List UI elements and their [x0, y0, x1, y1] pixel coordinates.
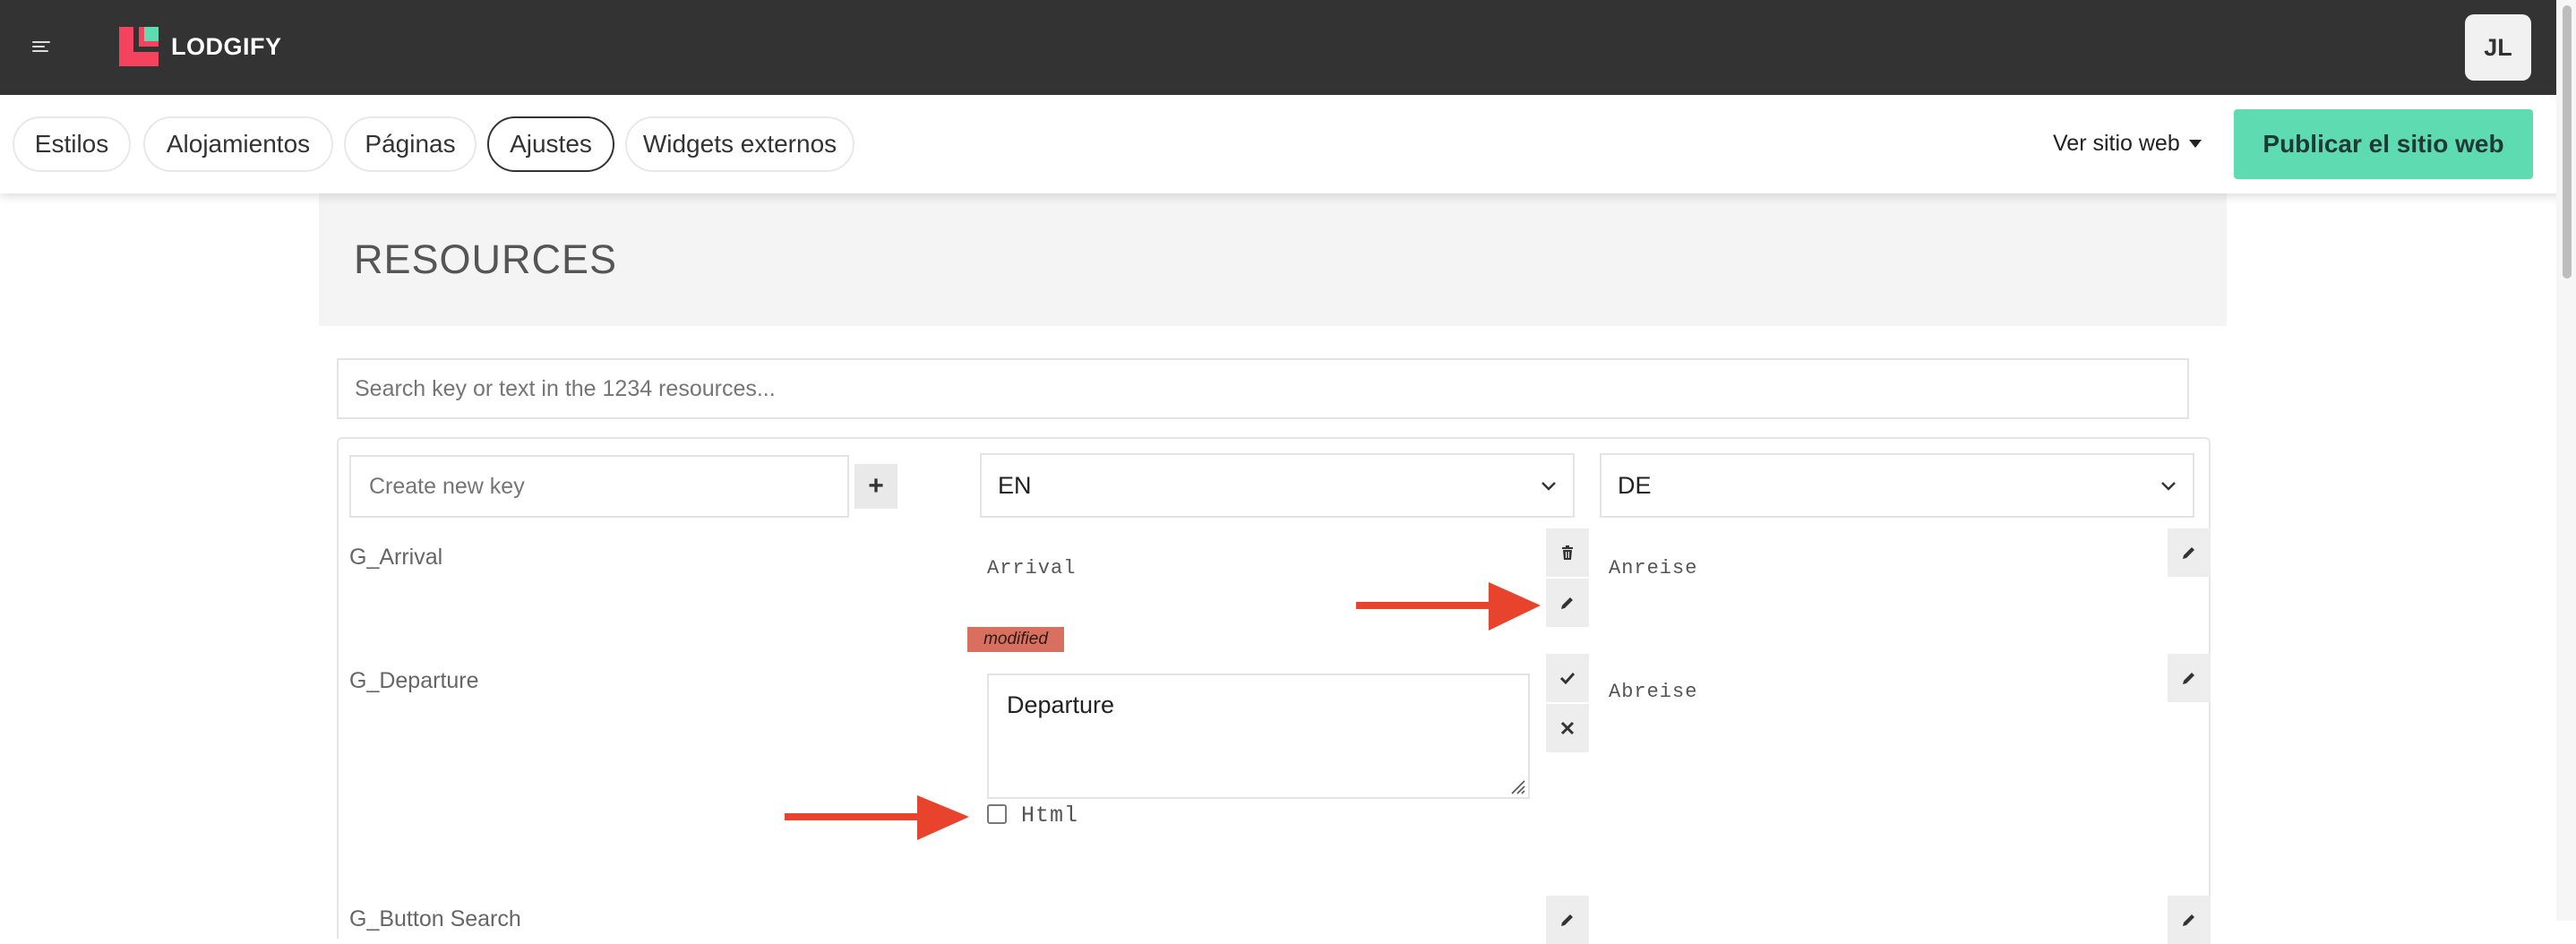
edit-button-de[interactable]: [2168, 896, 2211, 944]
check-icon: [1559, 672, 1576, 685]
tab-alojamientos[interactable]: Alojamientos: [143, 116, 333, 172]
pencil-icon: [2183, 547, 2194, 559]
view-site-dropdown[interactable]: Ver sitio web: [2053, 131, 2202, 157]
language-select-right[interactable]: DE: [1600, 453, 2194, 518]
scrollbar-thumb[interactable]: [2563, 5, 2572, 279]
html-checkbox-label: Html: [1021, 802, 1079, 828]
cancel-button[interactable]: [1546, 704, 1589, 752]
edit-button-de[interactable]: [2168, 528, 2211, 577]
pencil-icon: [1561, 597, 1573, 609]
language-left-value: EN: [998, 471, 1032, 499]
annotation-arrow-html: [785, 795, 969, 840]
editor-text: Departure: [1007, 691, 1115, 718]
close-icon: [1560, 721, 1575, 735]
pencil-icon: [2183, 914, 2194, 926]
resources-header: RESOURCES: [319, 193, 2227, 326]
tab-paginas[interactable]: Páginas: [344, 116, 477, 172]
edit-button-en[interactable]: [1546, 579, 1589, 627]
page-title: RESOURCES: [354, 236, 618, 282]
view-site-label: Ver sitio web: [2053, 131, 2180, 156]
html-checkbox[interactable]: [987, 804, 1007, 824]
delete-button[interactable]: [1546, 528, 1589, 577]
resource-key: G_Button Search: [349, 906, 521, 931]
search-input[interactable]: [337, 358, 2189, 419]
resource-value-de: Anreise: [1609, 557, 1698, 579]
resource-key: G_Arrival: [349, 545, 443, 570]
caret-down-icon: [2188, 140, 2202, 148]
nav-bar: Estilos Alojamientos Páginas Ajustes Wid…: [0, 95, 2576, 193]
edit-button-de[interactable]: [2168, 654, 2211, 702]
create-key-input[interactable]: [349, 455, 849, 518]
top-bar: LODGIFY JL: [0, 0, 2576, 95]
language-right-value: DE: [1618, 471, 1652, 499]
trash-icon: [1562, 545, 1573, 560]
edit-button-en[interactable]: [1546, 896, 1589, 944]
lodgify-logo-icon: [119, 27, 159, 66]
publish-button[interactable]: Publicar el sitio web: [2234, 109, 2533, 179]
brand-name: LODGIFY: [171, 32, 282, 60]
save-button[interactable]: [1546, 654, 1589, 702]
chevron-down-icon: [2160, 474, 2177, 497]
resource-key: G_Departure: [349, 668, 479, 693]
resource-value-editor[interactable]: Departure: [987, 674, 1530, 799]
language-select-left[interactable]: EN: [980, 453, 1575, 518]
resize-grip-icon[interactable]: [1507, 776, 1526, 795]
modified-badge: modified: [967, 627, 1064, 652]
brand-logo[interactable]: LODGIFY: [119, 27, 282, 66]
pencil-icon: [1561, 914, 1573, 926]
chevron-down-icon: [1541, 474, 1557, 497]
user-avatar[interactable]: JL: [2465, 14, 2531, 81]
tab-estilos[interactable]: Estilos: [13, 116, 131, 172]
resource-value-en: Arrival: [987, 557, 1077, 579]
resource-value-de: Abreise: [1609, 681, 1698, 703]
hamburger-icon[interactable]: [32, 41, 50, 54]
annotation-arrow-edit: [1356, 582, 1541, 631]
add-key-button[interactable]: +: [854, 464, 897, 509]
tab-widgets-externos[interactable]: Widgets externos: [625, 116, 854, 172]
pencil-icon: [2183, 673, 2194, 684]
page-scrollbar[interactable]: [2556, 0, 2576, 921]
tab-ajustes[interactable]: Ajustes: [487, 116, 614, 172]
